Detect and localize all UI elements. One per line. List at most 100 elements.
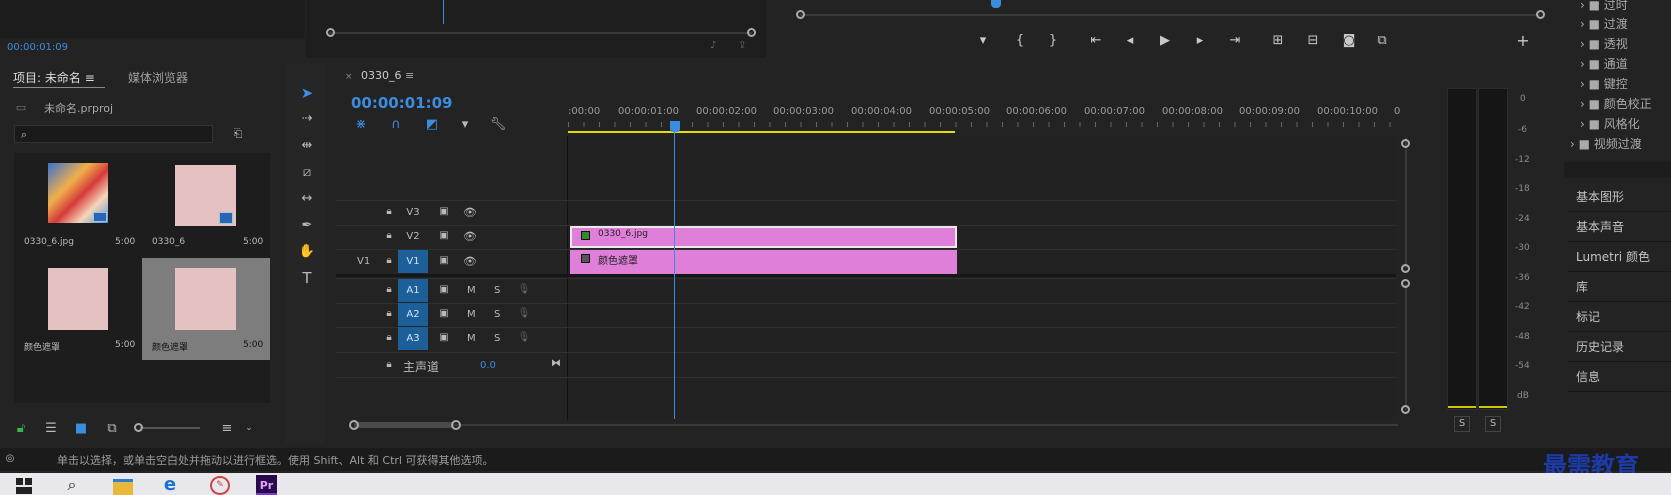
- sync-lock-icon[interactable]: ▣: [437, 331, 451, 345]
- search-icon[interactable]: ⌕: [62, 476, 82, 494]
- sync-lock-icon[interactable]: ▣: [437, 254, 451, 268]
- sync-lock-icon[interactable]: ▣: [437, 283, 451, 297]
- timeline-timecode[interactable]: 00:00:01:09: [351, 94, 453, 112]
- lock-track-icon[interactable]: 🔒︎: [383, 358, 395, 372]
- marker-icon[interactable]: ▾: [975, 32, 991, 48]
- track-a3-label[interactable]: A3: [398, 327, 428, 350]
- solo-left-button[interactable]: S: [1454, 416, 1470, 432]
- panel-essential-sound[interactable]: 基本声音: [1568, 212, 1671, 242]
- tab-project[interactable]: 项目: 未命名 ≡: [13, 69, 95, 86]
- razor-tool-icon[interactable]: ⧄: [298, 164, 316, 180]
- lift-icon[interactable]: ⊞: [1270, 32, 1286, 48]
- insert-icon[interactable]: ♪: [710, 41, 716, 51]
- wrench-icon[interactable]: 🔧︎: [490, 117, 507, 131]
- snap-icon[interactable]: ∩: [389, 117, 403, 131]
- zoom-slider-handle[interactable]: [134, 423, 143, 432]
- tab-media-browser[interactable]: 媒体浏览器: [128, 69, 188, 86]
- solo-button[interactable]: S: [494, 285, 500, 296]
- effect-folder[interactable]: › ■ 风格化: [1580, 115, 1640, 132]
- go-to-end-icon[interactable]: ⧓: [550, 357, 562, 371]
- new-bin-icon[interactable]: ⎗: [230, 126, 246, 140]
- effect-folder[interactable]: › ■ 键控: [1580, 75, 1628, 92]
- mark-out-icon[interactable]: }: [1045, 32, 1061, 48]
- extract-icon[interactable]: ⊟: [1305, 32, 1321, 48]
- nest-icon[interactable]: ⋇: [354, 117, 368, 131]
- program-scrub-bar[interactable]: [800, 14, 1540, 16]
- play-icon[interactable]: ▶: [1157, 32, 1173, 48]
- track-v1-label[interactable]: V1: [398, 250, 428, 273]
- solo-button[interactable]: S: [494, 333, 500, 344]
- ripple-edit-tool-icon[interactable]: ⇹: [298, 137, 316, 153]
- sync-lock-icon[interactable]: ▣: [437, 229, 451, 243]
- hscroll-fill[interactable]: [354, 422, 454, 428]
- mute-button[interactable]: M: [467, 333, 476, 344]
- track-select-tool-icon[interactable]: ⇢: [298, 110, 316, 126]
- microphone-icon[interactable]: 🎙︎: [518, 331, 531, 345]
- chevron-down-icon[interactable]: ⌄: [244, 421, 254, 435]
- camera-icon[interactable]: ◙: [1341, 32, 1357, 48]
- sync-lock-icon[interactable]: ▣: [437, 205, 451, 219]
- effect-folder[interactable]: › ■ 颜色校正: [1580, 95, 1652, 112]
- track-v3-label[interactable]: V3: [398, 201, 428, 224]
- list-view-icon[interactable]: ☰: [42, 421, 60, 435]
- mute-button[interactable]: M: [467, 309, 476, 320]
- program-handle-left[interactable]: [796, 10, 805, 19]
- app-icon[interactable]: ✎: [210, 476, 230, 495]
- eye-icon[interactable]: 👁︎: [463, 229, 477, 243]
- solo-button[interactable]: S: [494, 309, 500, 320]
- type-tool-icon[interactable]: T: [298, 270, 316, 286]
- lock-track-icon[interactable]: 🔒︎: [383, 254, 395, 268]
- linked-selection-icon[interactable]: ◩: [425, 117, 439, 131]
- export-frame-icon[interactable]: ⇪: [738, 41, 746, 51]
- menu-icon[interactable]: ≡: [85, 71, 95, 85]
- pen-tool-icon[interactable]: ✒: [298, 217, 316, 233]
- scroll-handle[interactable]: [1401, 405, 1410, 414]
- scroll-handle[interactable]: [1401, 139, 1410, 148]
- program-handle-right[interactable]: [1536, 10, 1545, 19]
- sync-lock-icon[interactable]: ▣: [437, 307, 451, 321]
- effect-folder[interactable]: › ■ 视频过渡: [1570, 135, 1642, 152]
- panel-info[interactable]: 信息: [1568, 362, 1671, 392]
- lock-track-icon[interactable]: 🔒︎: [383, 283, 395, 297]
- solo-right-button[interactable]: S: [1485, 416, 1501, 432]
- add-button-icon[interactable]: +: [1515, 31, 1531, 50]
- lock-track-icon[interactable]: 🔒︎: [383, 307, 395, 321]
- zoom-handle-left[interactable]: [326, 28, 335, 37]
- slip-tool-icon[interactable]: ↔: [298, 190, 316, 206]
- master-track-volume[interactable]: 0.0: [480, 360, 496, 371]
- work-area-bar[interactable]: [568, 131, 955, 133]
- track-a1-label[interactable]: A1: [398, 279, 428, 302]
- sequence-tab[interactable]: 0330_6: [361, 69, 402, 82]
- premiere-pro-icon[interactable]: Pr: [256, 475, 277, 495]
- panel-essential-graphics[interactable]: 基本图形: [1568, 182, 1671, 212]
- project-search-input[interactable]: [14, 125, 213, 143]
- freeform-view-icon[interactable]: ⧉: [103, 421, 121, 435]
- scroll-handle[interactable]: [1401, 279, 1410, 288]
- icon-view-icon[interactable]: ■: [74, 421, 88, 435]
- step-forward-icon[interactable]: ▸: [1192, 32, 1208, 48]
- lock-track-icon[interactable]: 🔒︎: [383, 205, 395, 219]
- go-to-in-icon[interactable]: ⇤: [1088, 32, 1104, 48]
- lock-track-icon[interactable]: 🔒︎: [383, 229, 395, 243]
- panel-libraries[interactable]: 库: [1568, 272, 1671, 302]
- vertical-scrollbar-audio[interactable]: [1405, 284, 1407, 410]
- zoom-slider-track[interactable]: [140, 427, 200, 429]
- eye-icon[interactable]: 👁︎: [463, 205, 477, 219]
- effect-folder[interactable]: › ■ 通道: [1580, 55, 1628, 72]
- effect-folder[interactable]: › ■ 过渡: [1580, 15, 1628, 32]
- go-to-out-icon[interactable]: ⇥: [1227, 32, 1243, 48]
- scroll-handle[interactable]: [349, 420, 359, 430]
- compare-view-icon[interactable]: ⧉: [1374, 32, 1390, 48]
- edge-browser-icon[interactable]: e: [160, 475, 180, 495]
- zoom-handle-right[interactable]: [747, 28, 756, 37]
- panel-history[interactable]: 历史记录: [1568, 332, 1671, 362]
- selection-tool-icon[interactable]: ➤: [298, 84, 316, 102]
- hand-tool-icon[interactable]: ✋: [298, 243, 316, 259]
- mark-in-icon[interactable]: {: [1012, 32, 1028, 48]
- microphone-icon[interactable]: 🎙︎: [518, 283, 531, 297]
- track-a2-label[interactable]: A2: [398, 303, 428, 326]
- step-back-icon[interactable]: ◂: [1122, 32, 1138, 48]
- windows-start-icon[interactable]: [16, 478, 32, 494]
- eye-icon[interactable]: 👁︎: [463, 254, 477, 268]
- horizontal-scrollbar[interactable]: [354, 424, 1398, 426]
